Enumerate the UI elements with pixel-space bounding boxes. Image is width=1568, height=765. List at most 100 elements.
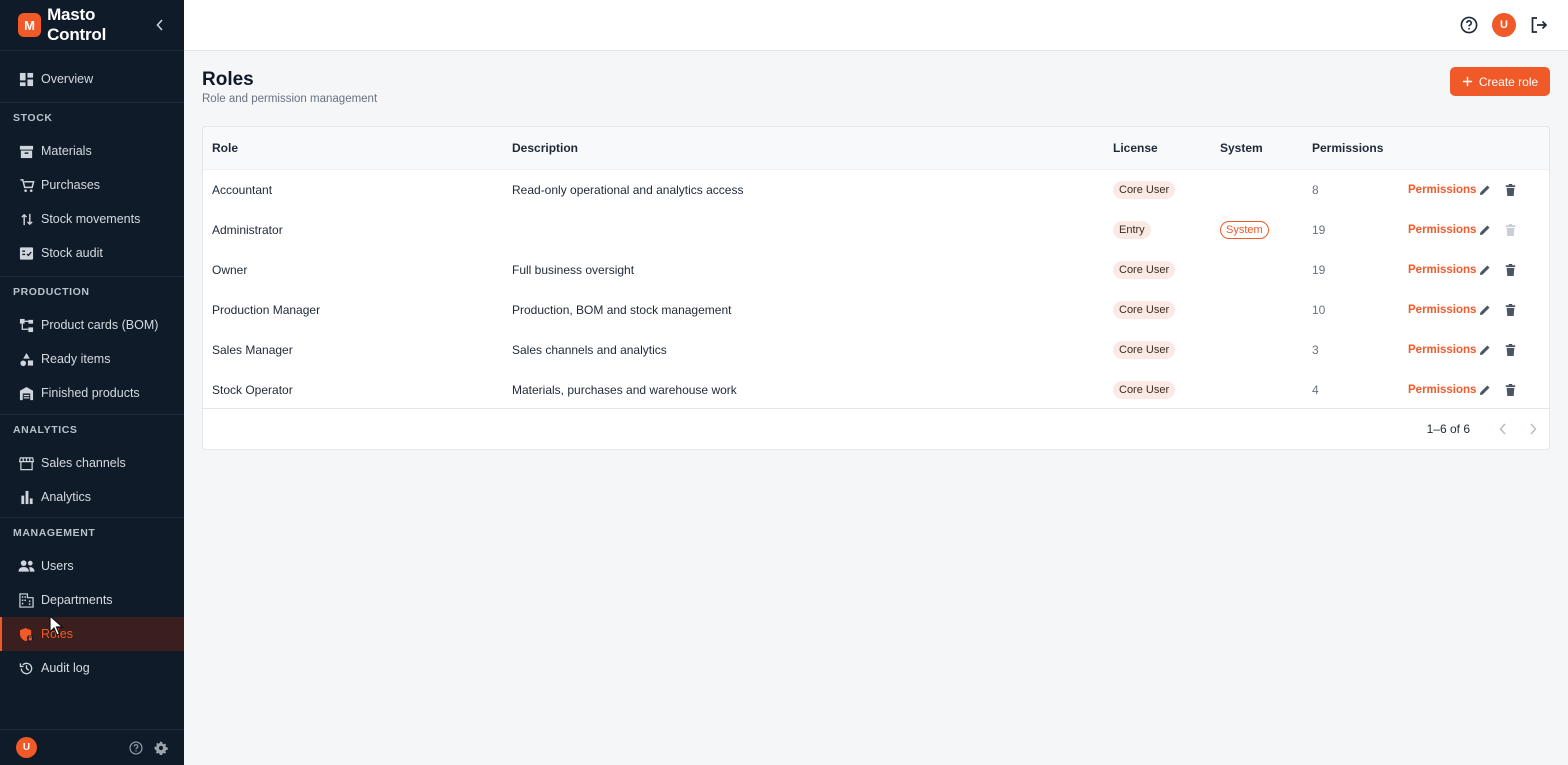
help-icon[interactable]	[1460, 16, 1478, 34]
dashboard-icon	[18, 71, 35, 88]
sidebar-item-analytics[interactable]: Analytics	[0, 480, 184, 514]
license-badge: Entry	[1113, 221, 1151, 239]
table-header: Role Description License System Permissi…	[203, 127, 1549, 170]
license-badge: Core User	[1113, 381, 1176, 399]
edit-pencil-icon[interactable]	[1479, 344, 1491, 356]
sidebar-item-label: Sales channels	[41, 456, 126, 470]
shield-lock-icon	[18, 626, 35, 643]
sidebar-item-stock-movements[interactable]: Stock movements	[0, 202, 184, 236]
chevron-right-icon[interactable]	[1529, 423, 1537, 435]
sidebar-item-users[interactable]: Users	[0, 549, 184, 583]
license-badge: Core User	[1113, 181, 1176, 199]
section-title-production: PRODUCTION	[0, 276, 184, 306]
brand: M Masto Control	[0, 0, 184, 51]
sidebar-item-finished-products[interactable]: Finished products	[0, 376, 184, 410]
sidebar-item-product-cards[interactable]: Product cards (BOM)	[0, 308, 184, 342]
sidebar-item-label: Analytics	[41, 490, 92, 504]
users-icon	[18, 558, 35, 575]
avatar[interactable]: U	[1492, 13, 1516, 37]
delete-trash-icon[interactable]	[1505, 184, 1516, 196]
table-row[interactable]: Stock Operator Materials, purchases and w…	[203, 370, 1549, 410]
license-badge: Core User	[1113, 261, 1176, 279]
table-row[interactable]: Accountant Read-only operational and anal…	[203, 170, 1549, 210]
permissions-link[interactable]: Permissions	[1408, 184, 1476, 196]
sidebar-item-sales-channels[interactable]: Sales channels	[0, 446, 184, 480]
role-name: Stock Operator	[212, 383, 293, 397]
table-footer: 1–6 of 6	[203, 408, 1549, 449]
column-header-role: Role	[212, 141, 239, 155]
sidebar-item-label: Stock audit	[41, 246, 103, 260]
sidebar-item-label: Materials	[41, 144, 92, 158]
section-title-analytics: ANALYTICS	[0, 414, 184, 444]
brand-logo: M	[18, 13, 42, 37]
checklist-icon	[18, 245, 35, 262]
permissions-link[interactable]: Permissions	[1408, 264, 1476, 276]
role-name: Owner	[212, 263, 248, 277]
permissions-count: 19	[1312, 263, 1326, 277]
table-row[interactable]: Administrator Entry System 19 Permissions	[203, 210, 1549, 250]
mouse-cursor-icon	[49, 614, 65, 642]
archive-icon	[18, 143, 35, 160]
sidebar-item-label: Departments	[41, 593, 113, 607]
role-description: Production, BOM and stock management	[512, 303, 732, 317]
sidebar-item-label: Purchases	[41, 178, 101, 192]
edit-pencil-icon[interactable]	[1479, 184, 1491, 196]
role-description: Sales channels and analytics	[512, 343, 667, 357]
page-subtitle: Role and permission management	[202, 93, 378, 105]
role-name: Accountant	[212, 183, 273, 197]
sidebar: M Masto Control Overview STOCK Materials…	[0, 0, 184, 765]
history-icon	[18, 660, 35, 677]
permissions-count: 10	[1312, 303, 1326, 317]
sidebar-item-ready-items[interactable]: Ready items	[0, 342, 184, 376]
sidebar-item-roles[interactable]: Roles	[0, 617, 184, 651]
create-role-label: Create role	[1478, 74, 1539, 89]
permissions-link[interactable]: Permissions	[1408, 384, 1476, 396]
swap-vertical-icon	[18, 211, 35, 228]
shapes-icon	[18, 351, 35, 368]
page-title: Roles	[202, 69, 254, 90]
permissions-link[interactable]: Permissions	[1408, 344, 1476, 356]
section-title-management: MANAGEMENT	[0, 517, 184, 547]
table-row[interactable]: Production Manager Production, BOM and st…	[203, 290, 1549, 330]
topbar: U	[184, 0, 1568, 51]
help-icon[interactable]	[129, 740, 143, 755]
delete-trash-icon[interactable]	[1505, 264, 1516, 276]
permissions-link[interactable]: Permissions	[1408, 224, 1476, 236]
sidebar-item-stock-audit[interactable]: Stock audit	[0, 236, 184, 270]
permissions-count: 19	[1312, 223, 1326, 237]
sidebar-item-label: Stock movements	[41, 212, 141, 226]
column-header-system: System	[1220, 141, 1263, 155]
permissions-link[interactable]: Permissions	[1408, 304, 1476, 316]
edit-pencil-icon[interactable]	[1479, 264, 1491, 276]
logout-icon[interactable]	[1530, 16, 1548, 34]
create-role-button[interactable]: Create role	[1450, 67, 1550, 96]
sidebar-item-overview[interactable]: Overview	[0, 62, 184, 96]
warehouse-icon	[18, 385, 35, 402]
edit-pencil-icon[interactable]	[1479, 384, 1491, 396]
avatar[interactable]: U	[16, 737, 37, 758]
sidebar-item-label: Ready items	[41, 352, 111, 366]
permissions-count: 4	[1312, 383, 1319, 397]
role-name: Administrator	[212, 223, 283, 237]
delete-trash-icon[interactable]	[1505, 304, 1516, 316]
sidebar-item-label: Overview	[41, 72, 94, 86]
sidebar-item-label: Users	[41, 559, 74, 573]
system-badge: System	[1220, 221, 1269, 239]
edit-pencil-icon[interactable]	[1479, 304, 1491, 316]
sidebar-item-materials[interactable]: Materials	[0, 134, 184, 168]
role-description: Full business oversight	[512, 263, 635, 277]
chevron-left-icon[interactable]	[1499, 423, 1507, 435]
sidebar-item-departments[interactable]: Departments	[0, 583, 184, 617]
table-row[interactable]: Sales Manager Sales channels and analytic…	[203, 330, 1549, 370]
table-row[interactable]: Owner Full business oversight Core User 19 P…	[203, 250, 1549, 290]
delete-trash-icon[interactable]	[1505, 344, 1516, 356]
sidebar-item-purchases[interactable]: Purchases	[0, 168, 184, 202]
sidebar-item-audit-log[interactable]: Audit log	[0, 651, 184, 685]
plus-icon	[1462, 76, 1472, 87]
gear-icon[interactable]	[154, 740, 168, 755]
sidebar-item-label: Audit log	[41, 661, 90, 675]
delete-trash-icon[interactable]	[1505, 384, 1516, 396]
edit-pencil-icon[interactable]	[1479, 224, 1491, 236]
sidebar-item-label: Finished products	[41, 386, 140, 400]
collapse-sidebar-chevron-icon[interactable]	[154, 18, 166, 32]
